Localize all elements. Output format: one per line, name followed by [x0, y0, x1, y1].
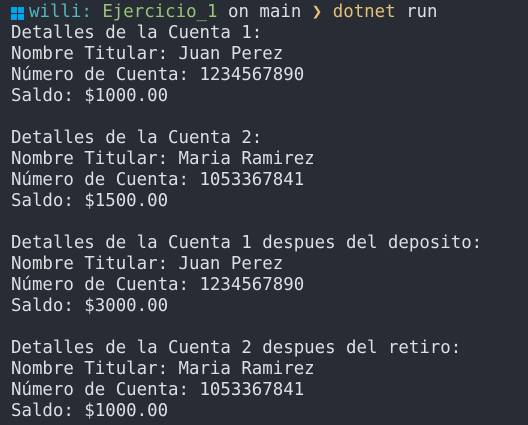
output-line: Nombre Titular: Maria Ramirez [11, 149, 315, 169]
output-line: Detalles de la Cuenta 2 despues del reti… [11, 338, 462, 358]
output-line: Detalles de la Cuenta 2: [11, 128, 263, 148]
output-line: Nombre Titular: Juan Perez [11, 254, 284, 274]
prompt-user: willi: [29, 2, 92, 22]
prompt-arrow-icon: ❯ [311, 2, 323, 22]
output-line: Nombre Titular: Maria Ramirez [11, 359, 315, 379]
output-line: Número de Cuenta: 1234567890 [11, 275, 305, 295]
output-line: Detalles de la Cuenta 1 despues del depo… [11, 233, 483, 253]
prompt-on-text: on [227, 2, 249, 22]
output-line: Saldo: $1500.00 [11, 191, 169, 211]
output-line: Número de Cuenta: 1053367841 [11, 170, 305, 190]
prompt-folder: Ejercicio_1 [102, 2, 218, 22]
output-line: Saldo: $1000.00 [11, 401, 169, 421]
prompt-branch: main [259, 2, 302, 22]
terminal-window[interactable]: willi: Ejercicio_1 on main ❯ dotnet run … [0, 0, 528, 425]
output-line: Saldo: $1000.00 [11, 86, 169, 106]
output-line: Nombre Titular: Juan Perez [11, 44, 284, 64]
prompt-line: willi: Ejercicio_1 on main ❯ dotnet run [11, 2, 528, 23]
output-line: Saldo: $3000.00 [11, 296, 169, 316]
command-name: dotnet [332, 2, 396, 22]
output-line: Número de Cuenta: 1053367841 [11, 380, 305, 400]
windows-logo-icon [11, 6, 24, 20]
output-line: Número de Cuenta: 1234567890 [11, 65, 305, 85]
command-argument: run [406, 2, 438, 22]
output-line: Detalles de la Cuenta 1: [11, 23, 263, 43]
